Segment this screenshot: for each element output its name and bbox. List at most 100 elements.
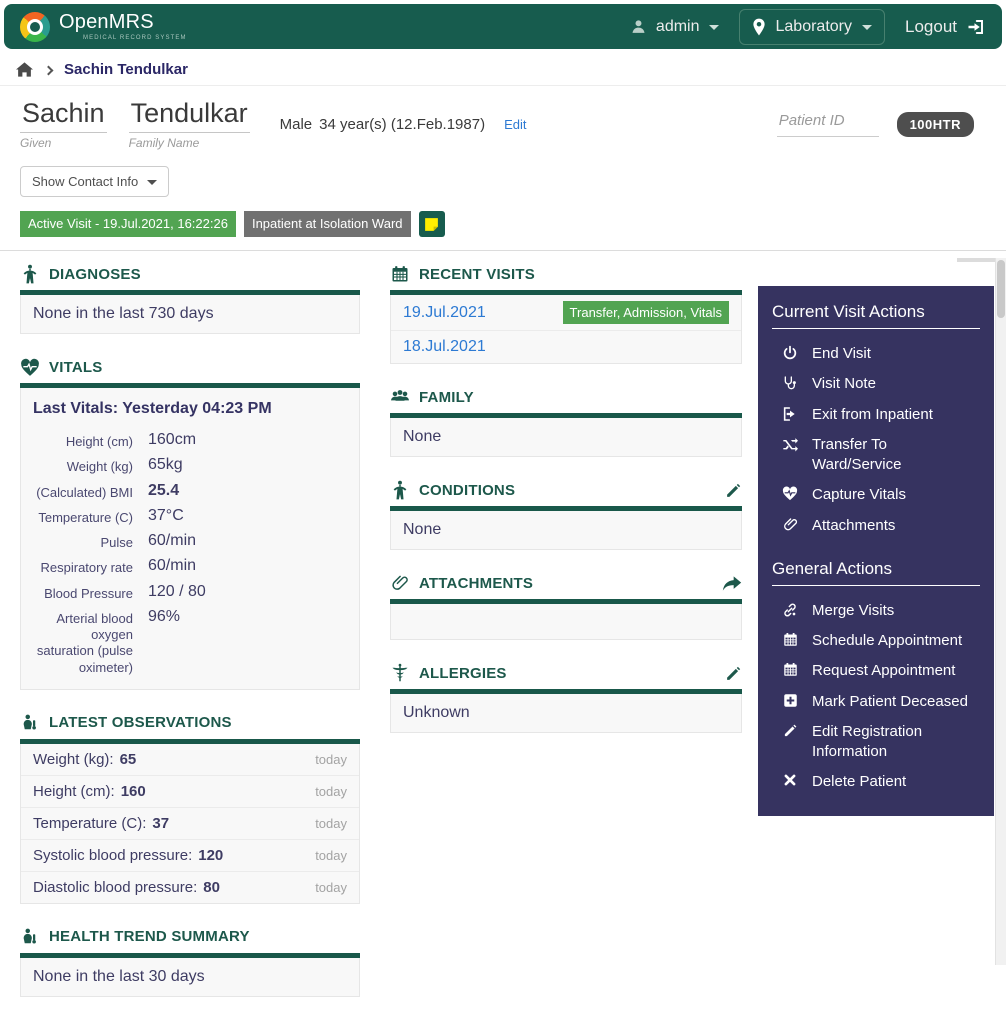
active-visit-badge: Active Visit - 19.Jul.2021, 16:22:26 bbox=[20, 211, 236, 237]
location-pin-icon bbox=[752, 18, 766, 36]
visit-note-badge[interactable] bbox=[419, 211, 445, 237]
sticky-note-icon bbox=[423, 216, 440, 233]
observation-row: Temperature (C): 37 today bbox=[21, 807, 359, 839]
openmrs-logo-icon bbox=[20, 12, 50, 42]
action-attachments[interactable]: Attachments bbox=[772, 511, 980, 541]
family-empty-text: None bbox=[390, 418, 742, 457]
power-icon bbox=[781, 345, 799, 361]
action-schedule-appointment[interactable]: Schedule Appointment bbox=[772, 626, 980, 656]
user-icon bbox=[630, 18, 647, 35]
breadcrumb-patient: Sachin Tendulkar bbox=[64, 61, 188, 78]
logout-button[interactable]: Logout bbox=[905, 17, 986, 37]
vitals-title: VITALS bbox=[49, 359, 102, 376]
diagnoses-title: DIAGNOSES bbox=[49, 266, 141, 283]
x-icon bbox=[781, 773, 799, 787]
chevron-down-icon bbox=[862, 25, 872, 30]
latest-observations-title: LATEST OBSERVATIONS bbox=[49, 714, 232, 731]
go-to-attachments-icon[interactable] bbox=[722, 575, 742, 592]
pencil-icon bbox=[781, 723, 799, 738]
logout-label: Logout bbox=[905, 17, 957, 37]
calendar-icon bbox=[781, 632, 799, 647]
logo-title: OpenMRS bbox=[59, 12, 187, 32]
family-icon bbox=[390, 389, 410, 406]
openmrs-logo[interactable]: OpenMRS MEDICAL RECORD SYSTEM bbox=[20, 12, 187, 42]
patient-age: 34 year(s) (12.Feb.1987) bbox=[319, 116, 485, 133]
location-selector[interactable]: Laboratory bbox=[739, 9, 886, 45]
patient-header: Sachin Given Tendulkar Family Name Male … bbox=[0, 86, 1006, 251]
edit-demographics-link[interactable]: Edit bbox=[504, 117, 526, 132]
logo-subtitle: MEDICAL RECORD SYSTEM bbox=[83, 35, 187, 41]
recent-visits-title: RECENT VISITS bbox=[419, 266, 535, 283]
chevron-down-icon bbox=[147, 180, 157, 185]
shuffle-icon bbox=[781, 436, 799, 452]
health-trend-empty-text: None in the last 30 days bbox=[20, 958, 360, 997]
patient-id-badge: 100HTR bbox=[897, 112, 974, 137]
caduceus-icon bbox=[390, 663, 410, 683]
logout-icon bbox=[966, 18, 986, 36]
attachments-title: ATTACHMENTS bbox=[419, 575, 533, 592]
app-header: OpenMRS MEDICAL RECORD SYSTEM admin Labo… bbox=[4, 4, 1002, 49]
conditions-empty-text: None bbox=[390, 511, 742, 550]
actions-panel: Current Visit Actions End Visit Visit No… bbox=[758, 286, 994, 816]
conditions-section: CONDITIONS None bbox=[390, 479, 742, 550]
family-name-label: Family Name bbox=[129, 136, 250, 150]
conditions-icon bbox=[390, 480, 410, 500]
paperclip-icon bbox=[390, 574, 410, 592]
scrollbar-thumb[interactable] bbox=[997, 260, 1005, 318]
breadcrumb: Sachin Tendulkar bbox=[0, 53, 1006, 86]
vital-row: Temperature (C) 37°C bbox=[33, 504, 347, 529]
stethoscope-icon bbox=[781, 375, 799, 391]
visit-date-link[interactable]: 19.Jul.2021 bbox=[403, 304, 486, 322]
patient-gender: Male bbox=[280, 116, 313, 133]
vital-row: Blood Pressure 120 / 80 bbox=[33, 580, 347, 605]
recent-visits-section: RECENT VISITS 19.Jul.2021 Transfer, Admi… bbox=[390, 263, 742, 364]
given-name-label: Given bbox=[20, 136, 107, 150]
allergies-title: ALLERGIES bbox=[419, 665, 507, 682]
scrollbar-track[interactable] bbox=[995, 258, 1006, 965]
vital-row: Respiratory rate 60/min bbox=[33, 554, 347, 579]
calendar-icon bbox=[390, 265, 410, 283]
action-edit-registration[interactable]: Edit Registration Information bbox=[772, 717, 980, 768]
health-trend-section: HEALTH TREND SUMMARY None in the last 30… bbox=[20, 926, 360, 997]
location-name: Laboratory bbox=[776, 18, 853, 36]
action-exit-inpatient[interactable]: Exit from Inpatient bbox=[772, 400, 980, 430]
visit-row: 18.Jul.2021 bbox=[391, 330, 741, 363]
user-menu[interactable]: admin bbox=[630, 18, 719, 36]
diagnoses-icon bbox=[20, 264, 40, 284]
vitals-section: VITALS Last Vitals: Yesterday 04:23 PM H… bbox=[20, 356, 360, 690]
scroll-divider bbox=[957, 258, 995, 262]
calendar-icon bbox=[781, 662, 799, 677]
paperclip-icon bbox=[781, 517, 799, 532]
sign-out-icon bbox=[781, 406, 799, 422]
action-delete-patient[interactable]: Delete Patient bbox=[772, 767, 980, 797]
visit-date-link[interactable]: 18.Jul.2021 bbox=[403, 338, 486, 356]
show-contact-info-label: Show Contact Info bbox=[32, 174, 138, 189]
family-title: FAMILY bbox=[419, 389, 474, 406]
action-visit-note[interactable]: Visit Note bbox=[772, 369, 980, 399]
chevron-right-icon bbox=[44, 65, 54, 75]
action-merge-visits[interactable]: Merge Visits bbox=[772, 596, 980, 626]
patient-given-name: Sachin bbox=[20, 98, 107, 133]
inpatient-status-badge: Inpatient at Isolation Ward bbox=[244, 211, 411, 237]
edit-conditions-icon[interactable] bbox=[725, 482, 742, 499]
patient-id-label: Patient ID bbox=[777, 112, 879, 137]
action-request-appointment[interactable]: Request Appointment bbox=[772, 656, 980, 686]
vital-row: Pulse 60/min bbox=[33, 529, 347, 554]
patient-family-name: Tendulkar bbox=[129, 98, 250, 133]
general-actions-title: General Actions bbox=[772, 559, 980, 586]
show-contact-info-button[interactable]: Show Contact Info bbox=[20, 166, 169, 197]
action-end-visit[interactable]: End Visit bbox=[772, 339, 980, 369]
attachments-section: ATTACHMENTS bbox=[390, 572, 742, 640]
plus-square-icon bbox=[781, 693, 799, 708]
chevron-down-icon bbox=[709, 25, 719, 30]
home-icon[interactable] bbox=[16, 62, 33, 77]
vitals-heart-icon bbox=[20, 358, 40, 377]
action-mark-deceased[interactable]: Mark Patient Deceased bbox=[772, 687, 980, 717]
user-name: admin bbox=[656, 18, 700, 36]
edit-allergies-icon[interactable] bbox=[725, 665, 742, 682]
action-capture-vitals[interactable]: Capture Vitals bbox=[772, 480, 980, 510]
action-transfer-ward[interactable]: Transfer To Ward/Service bbox=[772, 430, 980, 481]
vital-row: Weight (kg) 65kg bbox=[33, 453, 347, 478]
observation-row: Height (cm): 160 today bbox=[21, 775, 359, 807]
visit-encounters-badge: Transfer, Admission, Vitals bbox=[563, 301, 729, 324]
